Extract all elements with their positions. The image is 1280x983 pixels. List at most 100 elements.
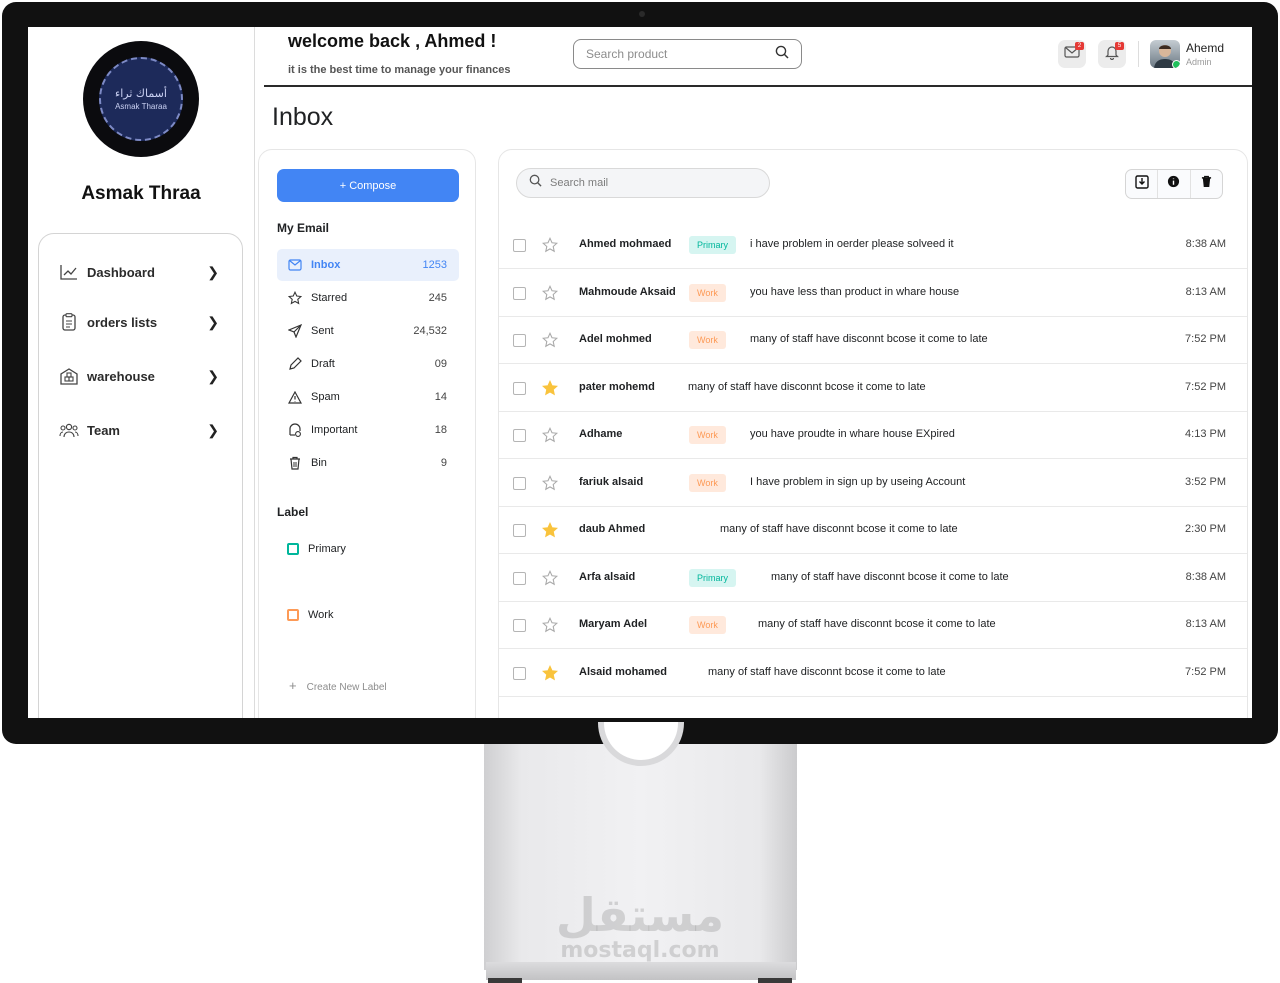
star-filled-icon[interactable] [541, 522, 559, 538]
sidebar-nav: Dashboard ❯ orders lists ❯ warehouse ❯ T… [38, 233, 243, 718]
folder-label: Sent [311, 325, 334, 337]
info-button[interactable] [1158, 170, 1191, 198]
online-status-dot [1172, 60, 1180, 68]
mail-time: 2:30 PM [1185, 523, 1226, 535]
my-email-heading: My Email [277, 221, 330, 235]
folder-bin[interactable]: Bin 9 [277, 447, 459, 479]
brand-logo[interactable]: أسماك ثراء Asmak Tharaa [83, 41, 199, 157]
star-icon[interactable] [541, 617, 559, 633]
folder-sent[interactable]: Sent 24,532 [277, 315, 459, 347]
download-button[interactable] [1126, 170, 1159, 198]
delete-button[interactable] [1191, 170, 1222, 198]
mail-row[interactable]: pater mohemd many of staff have disconnt … [499, 365, 1247, 412]
label-color-box [287, 543, 299, 555]
warning-icon [287, 389, 303, 405]
mail-tag: Work [689, 284, 726, 302]
warehouse-icon [59, 366, 79, 386]
mail-sender: daub Ahmed [579, 523, 646, 535]
label-text: Work [308, 609, 334, 621]
notifications-button[interactable]: 5 [1098, 40, 1126, 68]
row-checkbox[interactable] [513, 429, 526, 442]
folder-count: 245 [428, 292, 447, 304]
label-work[interactable]: Work [287, 605, 333, 625]
page-title: Inbox [272, 103, 334, 131]
sidebar-item-label: warehouse [87, 368, 155, 384]
star-icon[interactable] [541, 237, 559, 253]
mail-folders-panel: + Compose My Email Inbox 1253 Starred 24… [258, 149, 476, 718]
messages-button[interactable]: 2 [1058, 40, 1086, 68]
mail-sender: Mahmoude Aksaid [579, 286, 676, 298]
star-filled-icon[interactable] [541, 665, 559, 681]
mail-tag: Work [689, 616, 726, 634]
folder-label: Starred [311, 292, 348, 304]
row-checkbox[interactable] [513, 382, 526, 395]
mail-row[interactable]: Arfa alsaid Primary many of staff have dis… [499, 555, 1247, 602]
mail-row[interactable]: Mahmoude Aksaid Work you have less than pr… [499, 270, 1247, 317]
mail-row[interactable]: Maryam Adel Work many of staff have discon… [499, 602, 1247, 649]
folder-label: Inbox [311, 259, 341, 271]
folder-important[interactable]: Important 18 [277, 414, 459, 446]
star-icon[interactable] [541, 427, 559, 443]
messages-badge: 2 [1075, 42, 1084, 50]
header-underline [264, 85, 1252, 87]
sidebar-divider [254, 27, 255, 718]
mail-tag: Work [689, 331, 726, 349]
compose-button[interactable]: + Compose [277, 169, 459, 202]
chevron-right-icon: ❯ [207, 263, 219, 280]
sidebar-item-warehouse[interactable]: warehouse ❯ [59, 364, 219, 388]
create-label-link[interactable]: + Create New Label [289, 678, 387, 693]
mail-sender: Ahmed mohmaed [579, 238, 672, 250]
mail-row[interactable]: Ahmed mohmaed Primary i have problem in oe… [499, 222, 1247, 269]
folder-label: Important [311, 424, 358, 436]
mail-row[interactable]: Alsaid mohamed many of staff have disconn… [499, 650, 1247, 697]
mail-subject: i have problem in oerder please solveed … [750, 238, 954, 250]
folder-starred[interactable]: Starred 245 [277, 282, 459, 314]
mail-time: 3:52 PM [1185, 476, 1226, 488]
folder-count: 18 [434, 424, 447, 436]
row-checkbox[interactable] [513, 287, 526, 300]
mail-time: 7:52 PM [1185, 333, 1226, 345]
star-filled-icon[interactable] [541, 380, 559, 396]
mail-search[interactable]: Search mail [516, 168, 770, 198]
row-checkbox[interactable] [513, 572, 526, 585]
welcome-heading: welcome back , Ahmed ! [288, 31, 497, 51]
label-primary[interactable]: Primary [287, 539, 346, 559]
team-icon [59, 420, 79, 440]
folder-spam[interactable]: Spam 14 [277, 381, 459, 413]
watermark-arabic: مستقل [555, 888, 725, 942]
row-checkbox[interactable] [513, 524, 526, 537]
chevron-right-icon: ❯ [207, 313, 219, 330]
star-icon[interactable] [541, 332, 559, 348]
logo-latin-text: Asmak Tharaa [115, 102, 167, 111]
avatar[interactable] [1150, 40, 1180, 68]
star-icon[interactable] [541, 570, 559, 586]
sidebar-item-team[interactable]: Team ❯ [59, 418, 219, 442]
row-checkbox[interactable] [513, 619, 526, 632]
mail-row[interactable]: daub Ahmed many of staff have disconnt bc… [499, 507, 1247, 554]
product-search[interactable]: Search product [573, 39, 802, 69]
mail-subject: many of staff have disconnt bcose it com… [688, 381, 926, 393]
row-checkbox[interactable] [513, 334, 526, 347]
folder-draft[interactable]: Draft 09 [277, 348, 459, 380]
star-icon[interactable] [541, 475, 559, 491]
sidebar-item-dashboard[interactable]: Dashboard ❯ [59, 260, 219, 284]
search-icon [775, 45, 789, 64]
folder-inbox[interactable]: Inbox 1253 [277, 249, 459, 281]
logo-arabic-text: أسماك ثراء [115, 87, 167, 100]
row-checkbox[interactable] [513, 667, 526, 680]
star-icon[interactable] [541, 285, 559, 301]
sidebar-item-orders[interactable]: orders lists ❯ [59, 310, 219, 334]
row-checkbox[interactable] [513, 239, 526, 252]
mail-row[interactable]: Adhame Work you have proudte in whare hous… [499, 412, 1247, 459]
sidebar-item-label: Team [87, 422, 120, 438]
mail-row[interactable]: Adel mohmed Work many of staff have discon… [499, 317, 1247, 364]
mail-row[interactable]: fariuk alsaid Work I have problem in sign … [499, 460, 1247, 507]
mail-subject: many of staff have disconnt bcose it com… [708, 666, 946, 678]
row-checkbox[interactable] [513, 477, 526, 490]
watermark-latin: mostaql.com [560, 938, 720, 963]
folder-count: 09 [434, 358, 447, 370]
info-icon [1167, 175, 1180, 193]
sidebar-item-label: Dashboard [87, 264, 155, 280]
camera-dot [639, 11, 645, 17]
folder-count: 24,532 [413, 325, 447, 337]
